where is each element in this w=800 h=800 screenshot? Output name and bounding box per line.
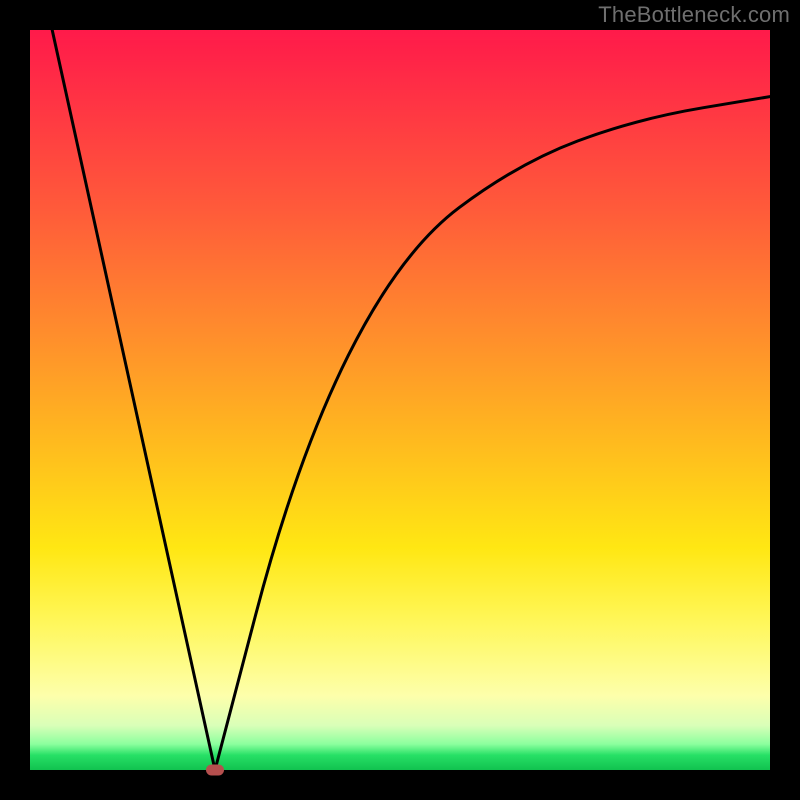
chart-frame: TheBottleneck.com — [0, 0, 800, 800]
watermark-text: TheBottleneck.com — [598, 2, 790, 28]
bottleneck-curve — [30, 30, 770, 770]
plot-area — [30, 30, 770, 770]
optimal-point-marker — [206, 765, 224, 776]
